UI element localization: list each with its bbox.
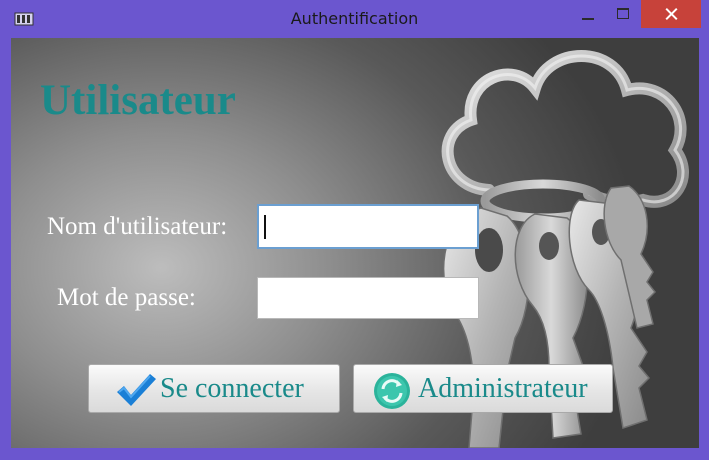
page-title: Utilisateur: [40, 77, 236, 124]
username-field[interactable]: [257, 204, 479, 249]
password-field[interactable]: [257, 277, 479, 319]
login-button-label: Se connecter: [160, 373, 304, 404]
checkmark-icon: [117, 374, 156, 406]
admin-button-label: Administrateur: [418, 373, 588, 404]
minimize-button[interactable]: [572, 4, 604, 26]
login-panel: Utilisateur Nom d'utilisateur: Mot de pa…: [11, 38, 699, 448]
title-bar[interactable]: Authentification: [0, 0, 709, 38]
app-window: Authentification Utilisateur Nom d'utili…: [0, 0, 709, 460]
refresh-icon: [374, 373, 410, 409]
login-button[interactable]: Se connecter: [88, 364, 340, 413]
close-button[interactable]: [641, 0, 701, 28]
maximize-button[interactable]: [608, 4, 638, 26]
username-label: Nom d'utilisateur:: [47, 213, 228, 240]
admin-button[interactable]: Administrateur: [353, 364, 613, 413]
text-caret: [264, 215, 266, 239]
password-label: Mot de passe:: [57, 284, 196, 311]
